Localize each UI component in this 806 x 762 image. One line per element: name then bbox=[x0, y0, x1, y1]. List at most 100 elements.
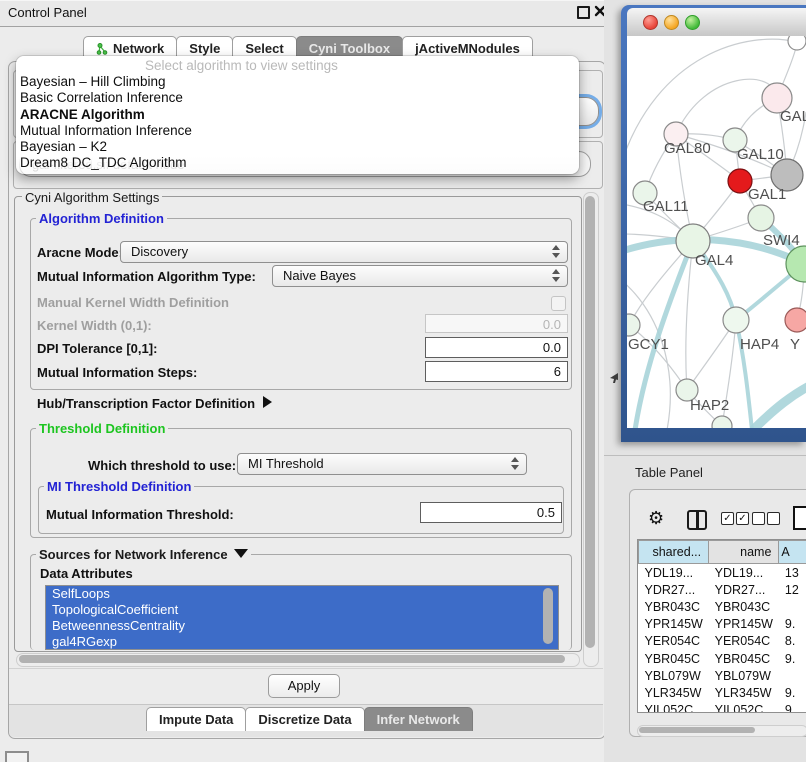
dropdown-item[interactable]: ARACNE Algorithm bbox=[20, 107, 575, 123]
table-row[interactable]: YBL079WYBL079W bbox=[639, 667, 806, 684]
gear-icon[interactable]: ⚙ bbox=[648, 508, 664, 528]
mi-steps-label: Mutual Information Steps: bbox=[37, 365, 197, 380]
checked-checkbox-icon[interactable]: ✓ bbox=[721, 512, 734, 525]
aracne-mode-label: Aracne Mode: bbox=[37, 245, 123, 260]
network-node-swi4[interactable] bbox=[748, 205, 774, 231]
which-threshold-select[interactable]: MI Threshold bbox=[237, 453, 527, 475]
network-node[interactable] bbox=[788, 36, 806, 50]
unchecked-checkbox-icon[interactable] bbox=[767, 512, 780, 525]
network-view-canvas[interactable]: GALGAL80GAL10GAL1GAL11SWI4GAL4GCY1HAP4YH… bbox=[627, 36, 806, 428]
kernel-width-label: Kernel Width (0,1): bbox=[37, 318, 152, 333]
zoom-traffic-light-icon[interactable] bbox=[685, 15, 700, 30]
stepper-icon bbox=[552, 245, 560, 258]
sources-title-toggle[interactable]: Sources for Network Inference bbox=[36, 547, 251, 562]
dropdown-item[interactable]: Bayesian – K2 bbox=[20, 139, 575, 155]
data-attributes-list[interactable]: SelfLoopsTopologicalCoefficientBetweenne… bbox=[45, 585, 559, 650]
table-cell: 9. bbox=[779, 684, 806, 701]
table-row[interactable]: YDL19...YDL19...13 bbox=[639, 564, 806, 582]
table-cell: YBL079W bbox=[709, 667, 779, 684]
divider bbox=[9, 668, 603, 669]
hub-section-toggle[interactable]: Hub/Transcription Factor Definition bbox=[37, 396, 272, 411]
stepper-icon bbox=[511, 457, 519, 470]
table-row[interactable]: YIL052CYIL052C9. bbox=[639, 702, 806, 714]
node-label: HAP2 bbox=[690, 397, 729, 414]
table-row[interactable]: YDR27...YDR27...12 bbox=[639, 581, 806, 598]
float-window-icon[interactable] bbox=[577, 6, 590, 19]
checked-checkbox-icon[interactable]: ✓ bbox=[736, 512, 749, 525]
tab-impute-data[interactable]: Impute Data bbox=[146, 707, 246, 731]
dropdown-item[interactable]: Dream8 DC_TDC Algorithm bbox=[20, 155, 575, 171]
mi-type-label: Mutual Information Algorithm Type: bbox=[37, 269, 256, 284]
table-column-header[interactable]: name bbox=[709, 541, 779, 564]
manual-kernel-checkbox[interactable] bbox=[551, 296, 566, 311]
dpi-tolerance-label: DPI Tolerance [0,1]: bbox=[37, 341, 157, 356]
tab-infer-network[interactable]: Infer Network bbox=[364, 707, 473, 731]
table-cell: YIL052C bbox=[639, 702, 709, 714]
table-horizontal-scrollbar-thumb[interactable] bbox=[639, 727, 755, 733]
dropdown-item[interactable]: Mutual Information Inference bbox=[20, 123, 575, 139]
table-cell: 9. bbox=[779, 616, 806, 633]
control-panel-titlebar: Control Panel bbox=[0, 0, 604, 27]
settings-horizontal-scrollbar-thumb[interactable] bbox=[19, 655, 565, 663]
table-cell: YPR145W bbox=[709, 616, 779, 633]
columns-icon[interactable] bbox=[687, 510, 707, 530]
minimize-traffic-light-icon[interactable] bbox=[664, 15, 679, 30]
mi-steps-field[interactable]: 6 bbox=[425, 361, 568, 382]
attribute-item[interactable]: SelfLoops bbox=[46, 586, 558, 602]
minimized-panel-button[interactable] bbox=[5, 751, 29, 762]
bottom-tabs: Impute DataDiscretize DataInfer Network bbox=[147, 707, 473, 730]
node-label: GAL1 bbox=[748, 186, 786, 203]
table-cell: YDL19... bbox=[709, 564, 779, 582]
network-window-titlebar[interactable] bbox=[627, 8, 806, 37]
network-icon bbox=[96, 43, 108, 55]
tab-discretize-data[interactable]: Discretize Data bbox=[245, 707, 364, 731]
attribute-item[interactable]: TopologicalCoefficient bbox=[46, 602, 558, 618]
table-cell: YDR27... bbox=[639, 581, 709, 598]
mi-threshold-title: MI Threshold Definition bbox=[44, 479, 194, 494]
dropdown-item[interactable]: Basic Correlation Inference bbox=[20, 90, 575, 106]
table-cell: YIL052C bbox=[709, 702, 779, 714]
network-node-y[interactable] bbox=[785, 308, 806, 332]
table-row[interactable]: YBR043CYBR043C bbox=[639, 598, 806, 615]
apply-button[interactable]: Apply bbox=[268, 674, 340, 698]
network-edge-highlighted[interactable] bbox=[753, 384, 806, 428]
unchecked-checkbox-icon[interactable] bbox=[752, 512, 765, 525]
algorithm-definition-title: Algorithm Definition bbox=[36, 211, 167, 226]
mi-threshold-label: Mutual Information Threshold: bbox=[46, 507, 234, 522]
collapsed-arrow-icon bbox=[263, 396, 272, 408]
mi-type-select[interactable]: Naive Bayes bbox=[272, 265, 568, 287]
network-node-hap4[interactable] bbox=[723, 307, 749, 333]
settings-vertical-scrollbar-thumb[interactable] bbox=[585, 196, 595, 648]
dpi-tolerance-field[interactable]: 0.0 bbox=[425, 337, 568, 358]
close-traffic-light-icon[interactable] bbox=[643, 15, 658, 30]
dropdown-item[interactable]: Bayesian – Hill Climbing bbox=[20, 74, 575, 90]
manual-kernel-label: Manual Kernel Width Definition bbox=[37, 295, 229, 310]
table-panel-title: Table Panel bbox=[635, 465, 703, 480]
table-cell: YBR045C bbox=[709, 650, 779, 667]
attribute-item[interactable]: BetweennessCentrality bbox=[46, 618, 558, 634]
network-edge[interactable] bbox=[627, 280, 670, 428]
table-cell: YBR043C bbox=[639, 598, 709, 615]
table-cell: 8. bbox=[779, 633, 806, 650]
attributes-list-scrollbar[interactable] bbox=[543, 588, 553, 644]
table-row[interactable]: YER054CYER054C8. bbox=[639, 633, 806, 650]
aracne-mode-select[interactable]: Discovery bbox=[120, 241, 568, 263]
table-row[interactable]: YBR045CYBR045C9. bbox=[639, 650, 806, 667]
table-column-header[interactable]: shared... bbox=[639, 541, 709, 564]
app-window: Control Panel NetworkStyleSelectCyni Too… bbox=[0, 0, 806, 762]
node-attribute-table[interactable]: shared...nameA YDL19...YDL19...13YDR27..… bbox=[637, 539, 806, 713]
dropdown-placeholder: Select algorithm to view settings bbox=[145, 58, 338, 73]
attribute-item[interactable]: gal4RGexp bbox=[46, 634, 558, 650]
mi-threshold-field[interactable]: 0.5 bbox=[420, 502, 562, 523]
table-row[interactable]: YLR345WYLR345W9. bbox=[639, 684, 806, 701]
table-cell: YDL19... bbox=[639, 564, 709, 582]
network-node[interactable] bbox=[712, 416, 732, 428]
table-cell: YLR345W bbox=[639, 684, 709, 701]
kernel-width-field: 0.0 bbox=[425, 314, 568, 333]
table-row[interactable]: YPR145WYPR145W9. bbox=[639, 616, 806, 633]
table-cell: YBR045C bbox=[639, 650, 709, 667]
table-column-header[interactable]: A bbox=[779, 541, 806, 564]
table-cell: YBR043C bbox=[709, 598, 779, 615]
node-label: SWI4 bbox=[763, 232, 800, 249]
document-icon[interactable] bbox=[793, 506, 806, 530]
